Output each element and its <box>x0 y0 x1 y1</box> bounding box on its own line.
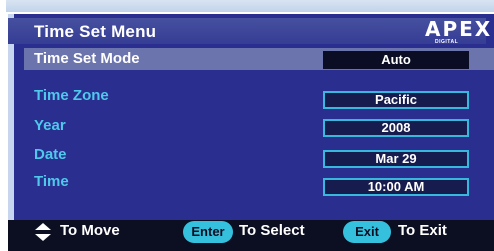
time-set-mode-label[interactable]: Time Set Mode <box>34 50 140 67</box>
time-set-mode-value[interactable]: Auto <box>323 51 469 69</box>
year-label[interactable]: Year <box>34 117 66 134</box>
select-hint: To Select <box>239 222 305 239</box>
brand-logo: APEX DIGITAL <box>425 17 491 47</box>
left-rail <box>0 0 6 251</box>
menu-title: Time Set Menu <box>34 22 157 41</box>
date-value[interactable]: Mar 29 <box>323 150 469 168</box>
up-down-arrow-icon <box>35 223 51 241</box>
exit-hint: To Exit <box>398 222 447 239</box>
brand-subtitle: DIGITAL <box>435 39 459 45</box>
time-zone-label[interactable]: Time Zone <box>34 87 109 104</box>
enter-key[interactable]: Enter <box>183 221 233 243</box>
top-strip <box>6 0 494 12</box>
move-hint: To Move <box>60 222 120 239</box>
date-label[interactable]: Date <box>34 146 67 163</box>
time-value[interactable]: 10:00 AM <box>323 178 469 196</box>
brand-name: APEX <box>425 17 493 41</box>
time-zone-value[interactable]: Pacific <box>323 91 469 109</box>
year-value[interactable]: 2008 <box>323 119 469 137</box>
exit-key[interactable]: Exit <box>343 221 391 243</box>
time-label[interactable]: Time <box>34 173 69 190</box>
